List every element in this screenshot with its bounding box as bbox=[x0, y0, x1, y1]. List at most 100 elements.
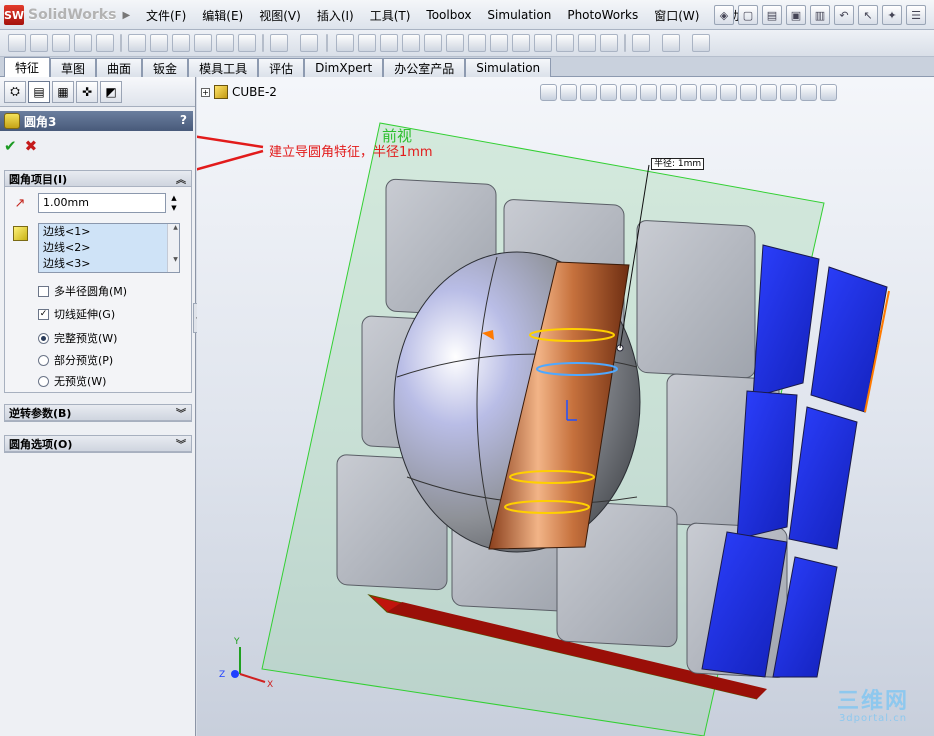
curves-icon[interactable] bbox=[490, 34, 508, 52]
tab-sheet-metal[interactable]: 钣金 bbox=[142, 58, 189, 77]
feature-manager-tab-icon[interactable]: ⛭ bbox=[4, 80, 26, 103]
instant3d-icon[interactable] bbox=[534, 34, 552, 52]
hide-show-items-icon[interactable] bbox=[700, 84, 717, 101]
extrude-icon[interactable] bbox=[8, 34, 26, 52]
expand-icon[interactable]: + bbox=[201, 87, 210, 97]
previous-view-icon[interactable] bbox=[580, 84, 597, 101]
undo-icon[interactable]: ↶ bbox=[834, 5, 854, 25]
multi-radius-option[interactable]: 多半径圆角(M) bbox=[38, 283, 127, 299]
cut-boundary-icon[interactable] bbox=[216, 34, 234, 52]
part-name[interactable]: CUBE-2 bbox=[232, 85, 277, 99]
menu-tools[interactable]: 工具(T) bbox=[362, 7, 419, 24]
view-settings-icon[interactable] bbox=[760, 84, 777, 101]
model-view[interactable]: Y X Z bbox=[197, 77, 934, 736]
reference-geometry-icon[interactable] bbox=[512, 34, 530, 52]
help-button[interactable]: ? bbox=[180, 113, 187, 127]
dome-icon[interactable] bbox=[402, 34, 420, 52]
reference-plane-icon[interactable] bbox=[632, 34, 650, 52]
tab-evaluate[interactable]: 评估 bbox=[258, 58, 305, 77]
shadows-icon[interactable] bbox=[800, 84, 817, 101]
tangent-propagation-option[interactable]: ✓ 切线延伸(G) bbox=[38, 306, 115, 322]
display-pane-icon[interactable] bbox=[820, 84, 837, 101]
radius-dimension-label[interactable]: 半径: 1mm bbox=[651, 158, 705, 170]
hole-wizard-icon[interactable] bbox=[468, 34, 486, 52]
partial-preview-radio[interactable] bbox=[38, 354, 49, 366]
menu-file[interactable]: 文件(F) bbox=[138, 7, 194, 24]
setback-parameters-header[interactable]: 逆转参数(B) ︾ bbox=[5, 405, 191, 421]
menu-insert[interactable]: 插入(I) bbox=[309, 7, 362, 24]
select-icon[interactable]: ↖ bbox=[858, 5, 878, 25]
cut-sweep-icon[interactable] bbox=[172, 34, 190, 52]
instant-edit-icon[interactable] bbox=[692, 34, 710, 52]
pin-icon[interactable]: ◈ bbox=[714, 5, 734, 25]
fillet-icon[interactable] bbox=[238, 34, 256, 52]
section-view-icon[interactable] bbox=[660, 84, 677, 101]
shell-icon[interactable] bbox=[358, 34, 376, 52]
tab-dimxpert[interactable]: DimXpert bbox=[304, 58, 384, 77]
app-logo[interactable]: SW SolidWorks ▶ bbox=[4, 4, 130, 26]
collapse-chevron-icon[interactable]: ︽ bbox=[176, 171, 186, 186]
apply-scene-icon[interactable] bbox=[740, 84, 757, 101]
save-icon[interactable]: ▣ bbox=[786, 5, 806, 25]
graphics-area[interactable]: Y X Z + CUBE-2 前视 半径: 1mm 建立导圆角特征，半径1mm … bbox=[197, 77, 934, 736]
no-preview-option[interactable]: 无预览(W) bbox=[38, 373, 106, 389]
tab-mold-tools[interactable]: 模具工具 bbox=[188, 58, 259, 77]
loft-icon[interactable] bbox=[74, 34, 92, 52]
full-preview-option[interactable]: 完整预览(W) bbox=[38, 330, 117, 346]
view-orientation-icon[interactable] bbox=[640, 84, 657, 101]
tab-simulation[interactable]: Simulation bbox=[465, 58, 552, 77]
display-style-icon[interactable] bbox=[680, 84, 697, 101]
partial-preview-option[interactable]: 部分预览(P) bbox=[38, 352, 113, 368]
tab-office-products[interactable]: 办公室产品 bbox=[383, 58, 466, 77]
print-icon[interactable]: ▥ bbox=[810, 5, 830, 25]
logo-arrow-icon[interactable]: ▶ bbox=[122, 10, 130, 21]
tab-surfaces[interactable]: 曲面 bbox=[96, 58, 143, 77]
expand-chevron-icon[interactable]: ︾ bbox=[176, 436, 186, 451]
list-item[interactable]: 边线<2> bbox=[39, 240, 179, 256]
curve-icon[interactable] bbox=[662, 34, 680, 52]
fillet-items-header[interactable]: 圆角项目(I) ︽ bbox=[5, 171, 191, 187]
feature-tree-flyout[interactable]: + CUBE-2 bbox=[201, 85, 277, 99]
realview-icon[interactable] bbox=[780, 84, 797, 101]
new-document-icon[interactable]: ▢ bbox=[738, 5, 758, 25]
fillet-options-header[interactable]: 圆角选项(O) ︾ bbox=[5, 436, 191, 452]
property-manager-tab-icon[interactable]: ▤ bbox=[28, 80, 50, 103]
options-icon[interactable]: ☰ bbox=[906, 5, 926, 25]
menu-simulation[interactable]: Simulation bbox=[479, 8, 559, 22]
tangent-propagation-checkbox[interactable]: ✓ bbox=[38, 308, 49, 320]
deform-icon[interactable] bbox=[578, 34, 596, 52]
rotate-icon[interactable] bbox=[620, 84, 637, 101]
cancel-x-icon[interactable]: ✖ bbox=[25, 137, 38, 155]
wrap-icon[interactable] bbox=[380, 34, 398, 52]
intersect-icon[interactable] bbox=[424, 34, 442, 52]
configuration-manager-tab-icon[interactable]: ▦ bbox=[52, 80, 74, 103]
zoom-to-fit-icon[interactable] bbox=[540, 84, 557, 101]
freeform-icon[interactable] bbox=[556, 34, 574, 52]
cut-extrude-icon[interactable] bbox=[128, 34, 146, 52]
radius-spinner[interactable]: ▲ ▼ bbox=[168, 193, 180, 213]
flex-icon[interactable] bbox=[600, 34, 618, 52]
revolve-icon[interactable] bbox=[30, 34, 48, 52]
list-scrollbar[interactable]: ▲ ▼ bbox=[167, 224, 179, 272]
menu-edit[interactable]: 编辑(E) bbox=[194, 7, 251, 24]
rebuild-icon[interactable]: ✦ bbox=[882, 5, 902, 25]
edge-selection-list[interactable]: 边线<1> 边线<2> 边线<3> ▲ ▼ bbox=[38, 223, 180, 273]
menu-photoworks[interactable]: PhotoWorks bbox=[559, 8, 646, 22]
radius-input[interactable]: 1.00mm bbox=[38, 193, 166, 213]
tab-features[interactable]: 特征 bbox=[4, 57, 51, 77]
linear-pattern-icon[interactable] bbox=[270, 34, 288, 52]
list-item[interactable]: 边线<3> bbox=[39, 256, 179, 272]
zoom-to-area-icon[interactable] bbox=[560, 84, 577, 101]
no-preview-radio[interactable] bbox=[38, 375, 49, 387]
mirror-icon[interactable] bbox=[446, 34, 464, 52]
full-preview-radio[interactable] bbox=[38, 332, 49, 344]
menu-toolbox[interactable]: Toolbox bbox=[418, 8, 479, 22]
sweep-icon[interactable] bbox=[52, 34, 70, 52]
menu-window[interactable]: 窗口(W) bbox=[646, 7, 707, 24]
boundary-icon[interactable] bbox=[96, 34, 114, 52]
list-item[interactable]: 边线<1> bbox=[39, 224, 179, 240]
rib-icon[interactable] bbox=[300, 34, 318, 52]
draft-icon[interactable] bbox=[336, 34, 354, 52]
dimxpert-manager-tab-icon[interactable]: ✜ bbox=[76, 80, 98, 103]
menu-view[interactable]: 视图(V) bbox=[251, 7, 309, 24]
